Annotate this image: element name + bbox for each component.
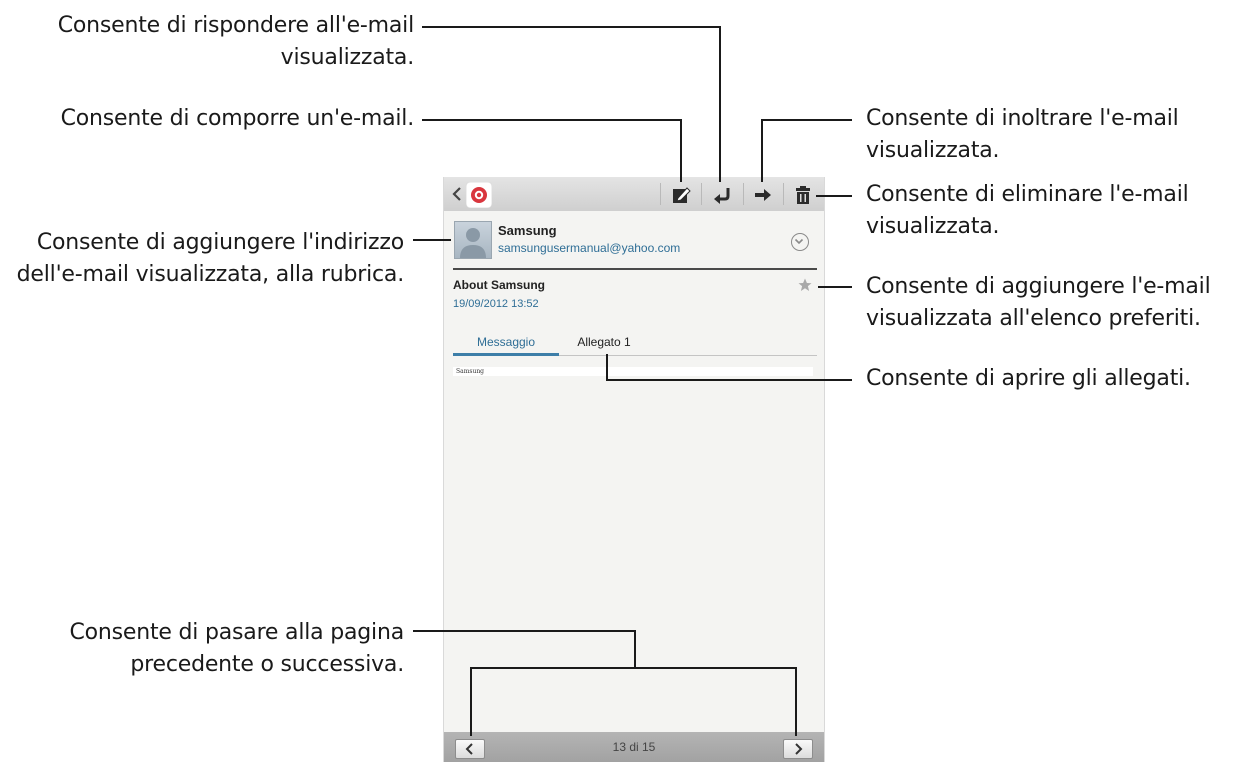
header-divider — [453, 268, 817, 270]
sender-address: samsungusermanual@yahoo.com — [498, 241, 681, 255]
callout-add-contact: Consente di aggiungere l'indirizzo dell'… — [16, 230, 405, 287]
callout-paging: Consente di pasare alla pagina precedent… — [69, 620, 404, 677]
callout-forward: Consente di inoltrare l'e-mail visualizz… — [866, 106, 1179, 163]
leader-compose — [422, 119, 682, 182]
prev-page-button[interactable] — [455, 739, 485, 759]
back-chevron-icon[interactable] — [450, 185, 464, 203]
callout-favourite: Consente di aggiungere l'e-mail visualiz… — [866, 274, 1211, 331]
email-subject: About Samsung — [453, 278, 545, 292]
avatar[interactable] — [454, 221, 492, 259]
email-body-preview: Samsung — [453, 367, 813, 376]
next-page-button[interactable] — [783, 739, 813, 759]
sender-name: Samsung — [498, 223, 557, 238]
forward-icon[interactable] — [752, 184, 774, 206]
separator — [783, 183, 784, 205]
callout-compose: Consente di comporre un'e-mail. — [60, 106, 415, 131]
callout-attachments: Consente di aprire gli allegati. — [866, 366, 1191, 391]
leader-forward — [761, 119, 852, 182]
compose-icon[interactable] — [670, 184, 692, 206]
email-viewer-screen: Samsung samsungusermanual@yahoo.com Abou… — [443, 177, 825, 762]
callout-reply: Consente di rispondere all'e-mail visual… — [57, 13, 414, 70]
leader-reply — [422, 26, 721, 182]
expand-circle-icon[interactable] — [791, 233, 809, 251]
page-counter: 13 di 15 — [612, 740, 656, 754]
tab-message[interactable]: Messaggio — [453, 335, 559, 349]
email-app-icon[interactable] — [466, 182, 492, 208]
sender-row: Samsung samsungusermanual@yahoo.com — [444, 211, 824, 269]
next-icon — [795, 743, 803, 755]
contact-silhouette-icon — [460, 228, 486, 258]
tab-attachment[interactable]: Allegato 1 — [564, 335, 644, 349]
prev-icon — [465, 743, 473, 755]
star-icon[interactable] — [798, 278, 812, 292]
delete-icon[interactable] — [792, 184, 814, 206]
pager-bar: 13 di 15 — [444, 732, 824, 762]
separator — [743, 183, 744, 205]
action-bar — [444, 177, 824, 211]
separator — [701, 183, 702, 205]
callout-delete: Consente di eliminare l'e-mail visualizz… — [866, 182, 1189, 239]
reply-icon[interactable] — [711, 184, 733, 206]
tab-active-indicator — [453, 353, 559, 356]
separator — [660, 183, 661, 205]
email-date: 19/09/2012 13:52 — [453, 298, 539, 310]
